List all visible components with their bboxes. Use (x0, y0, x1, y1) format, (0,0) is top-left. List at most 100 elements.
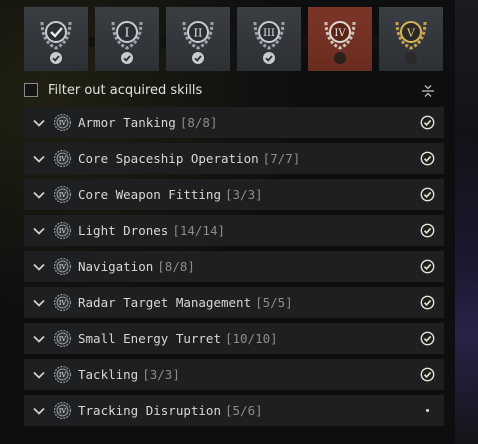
svg-text:IV: IV (59, 191, 67, 199)
skill-row[interactable]: IV Armor Tanking [8/8] (24, 107, 444, 138)
check-circle-icon (420, 331, 435, 346)
tier-complete-icon (192, 52, 204, 64)
chevron-down-icon[interactable] (32, 296, 46, 310)
skill-count: [14/14] (172, 223, 225, 238)
skill-name-text: Navigation (78, 259, 154, 274)
skill-name-text: Core Spaceship Operation (78, 151, 259, 166)
skill-level-badge-icon: IV (53, 329, 72, 348)
check-circle-icon (420, 187, 435, 202)
skill-level-badge-icon: IV (53, 149, 72, 168)
filter-label: Filter out acquired skills (48, 83, 203, 98)
skill-row[interactable]: IV Small Energy Turret [10/10] (24, 323, 444, 354)
svg-text:V: V (406, 27, 416, 40)
skill-name-text: Core Weapon Fitting (78, 187, 221, 202)
check-circle-icon (420, 151, 435, 166)
skill-level-badge-icon: IV (53, 257, 72, 276)
skill-name-text: Tracking Disruption (78, 403, 221, 418)
tier-emblem-icon: II (182, 21, 214, 50)
skill-name-text: Armor Tanking (78, 115, 176, 130)
svg-text:IV: IV (59, 371, 67, 379)
tier-button-2[interactable]: II (166, 7, 230, 71)
tier-incomplete-icon (405, 52, 417, 64)
skill-row[interactable]: IV Navigation [8/8] (24, 251, 444, 282)
tier-emblem-icon (40, 21, 72, 50)
skill-row[interactable]: IV Light Drones [14/14] (24, 215, 444, 246)
tier-complete-icon (263, 52, 275, 64)
skill-level-badge-icon: IV (53, 185, 72, 204)
chevron-down-icon[interactable] (32, 116, 46, 130)
skill-row[interactable]: IV Core Weapon Fitting [3/3] (24, 179, 444, 210)
incomplete-dot-icon (426, 409, 429, 412)
svg-text:IV: IV (59, 155, 67, 163)
skill-name-text: Light Drones (78, 223, 169, 238)
tier-button-1[interactable]: I (95, 7, 159, 71)
skill-name: Armor Tanking [8/8] (78, 107, 217, 138)
svg-text:I: I (125, 26, 130, 40)
filter-checkbox[interactable] (24, 83, 38, 97)
svg-text:IV: IV (59, 335, 67, 343)
tier-button-3[interactable]: III (237, 7, 301, 71)
skill-row[interactable]: IV Tracking Disruption [5/6] (24, 395, 444, 426)
check-circle-icon (420, 295, 435, 310)
tier-complete-icon (50, 52, 62, 64)
svg-text:IV: IV (59, 299, 67, 307)
tier-incomplete-icon (334, 52, 346, 64)
skill-count: [8/8] (157, 259, 195, 274)
check-circle-icon (420, 223, 435, 238)
chevron-down-icon[interactable] (32, 188, 46, 202)
skill-count: [10/10] (225, 331, 278, 346)
chevron-down-icon[interactable] (32, 152, 46, 166)
skill-row[interactable]: IV Core Spaceship Operation [7/7] (24, 143, 444, 174)
check-circle-icon (420, 367, 435, 382)
svg-text:IV: IV (59, 119, 67, 127)
svg-text:II: II (194, 27, 203, 40)
tier-emblem-icon: IV (324, 21, 356, 50)
svg-text:IV: IV (59, 407, 67, 415)
skill-name-text: Small Energy Turret (78, 331, 221, 346)
check-circle-icon (420, 115, 435, 130)
tier-complete-icon (121, 52, 133, 64)
skill-count: [3/3] (142, 367, 180, 382)
skill-name: Tackling [3/3] (78, 359, 180, 390)
background-space (455, 0, 478, 444)
svg-text:IV: IV (59, 227, 67, 235)
tier-button-4[interactable]: IV (308, 7, 372, 71)
skill-row[interactable]: IV Tackling [3/3] (24, 359, 444, 390)
collapse-all-icon[interactable] (420, 83, 436, 99)
tier-emblem-icon: III (253, 21, 285, 50)
tier-selector: I II III IV V (24, 7, 444, 71)
skill-name-text: Tackling (78, 367, 139, 382)
svg-text:IV: IV (334, 28, 346, 39)
skill-row[interactable]: IV Radar Target Management [5/5] (24, 287, 444, 318)
svg-text:IV: IV (59, 263, 67, 271)
chevron-down-icon[interactable] (32, 368, 46, 382)
skill-level-badge-icon: IV (53, 293, 72, 312)
skill-level-badge-icon: IV (53, 365, 72, 384)
skill-level-badge-icon: IV (53, 221, 72, 240)
skill-count: [7/7] (262, 151, 301, 166)
skill-name: Navigation [8/8] (78, 251, 195, 282)
chevron-down-icon[interactable] (32, 224, 46, 238)
tier-emblem-icon: V (395, 21, 427, 50)
skill-name: Core Weapon Fitting [3/3] (78, 179, 263, 210)
skill-level-badge-icon: IV (53, 113, 72, 132)
skill-name-text: Radar Target Management (78, 295, 252, 310)
skill-name: Core Spaceship Operation [7/7] (78, 143, 300, 174)
svg-text:III: III (263, 28, 275, 39)
skill-name: Tracking Disruption [5/6] (78, 395, 263, 426)
skill-name: Light Drones [14/14] (78, 215, 225, 246)
tier-emblem-icon: I (111, 21, 143, 50)
check-circle-icon (420, 259, 435, 274)
tier-button-5[interactable]: V (379, 7, 443, 71)
chevron-down-icon[interactable] (32, 332, 46, 346)
skill-count: [8/8] (179, 115, 218, 130)
skill-count: [5/6] (225, 403, 263, 418)
filter-row: Filter out acquired skills (24, 82, 444, 102)
chevron-down-icon[interactable] (32, 260, 46, 274)
skill-level-badge-icon: IV (53, 401, 72, 420)
skill-name: Small Energy Turret [10/10] (78, 323, 278, 354)
chevron-down-icon[interactable] (32, 404, 46, 418)
skill-count: [5/5] (255, 295, 293, 310)
tier-button-0[interactable] (24, 7, 88, 71)
skill-name: Radar Target Management [5/5] (78, 287, 293, 318)
